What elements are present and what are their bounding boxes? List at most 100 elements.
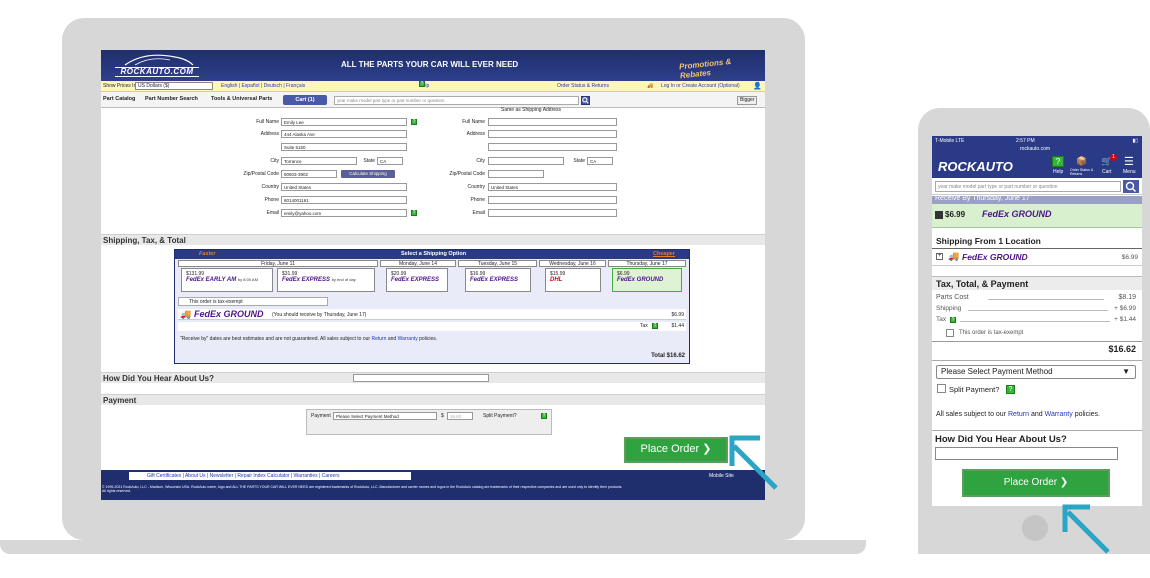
bigger-text-button[interactable]: Bigger (737, 96, 758, 105)
warranty-link[interactable]: Warranty (398, 336, 418, 342)
help-icon[interactable]: ? (411, 210, 417, 216)
mobile-hear-select[interactable] (935, 447, 1118, 460)
selected-shipping-option[interactable]: $6.99 FedEx GROUND (932, 204, 1142, 228)
ship-address1-field[interactable]: 444 Alaska Ave (281, 130, 407, 138)
order-status-link[interactable]: Order Status & Returns (557, 81, 609, 92)
tax-exempt-checkbox[interactable] (946, 329, 954, 337)
shipping-option[interactable]: $131.99 FedEx EARLY AM by 8:00 AM (181, 268, 273, 292)
shipping-section-header: Shipping, Tax, & Total (101, 234, 765, 245)
cheaper-label: Cheaper (653, 251, 676, 257)
tax-exempt-checkbox[interactable]: This order is tax-exempt (178, 297, 328, 306)
ship-email-field[interactable]: emily@yahoo.com (281, 209, 407, 217)
settings-bar: Show Prices In US Dollars ($) English | … (101, 81, 765, 92)
shipping-options-box: Faster Select a Shipping Option Cheaper … (174, 249, 690, 364)
menu-icon[interactable]: ☰ (1124, 155, 1134, 168)
select-shipping-title: Select a Shipping Option (401, 251, 467, 257)
payment-method-select[interactable]: Please Select Payment Method (333, 412, 437, 420)
footer-legal: © 1999-2021 RockAuto, LLC - Madison, Wis… (102, 485, 623, 489)
ship-state-select[interactable]: CA (377, 157, 403, 165)
shipping-option[interactable]: $31.99 FedEx EXPRESS by end of day (277, 268, 375, 292)
return-link[interactable]: Return (1008, 411, 1029, 418)
bill-state-select[interactable]: CA (587, 157, 613, 165)
bill-email-field[interactable] (488, 209, 617, 217)
bill-fullname-field[interactable] (488, 118, 617, 126)
ship-phone-field[interactable]: 8014001161 (281, 196, 407, 204)
home-button (1022, 515, 1048, 541)
cart-button[interactable]: Cart (1) (283, 95, 327, 105)
shipping-option-selected[interactable]: $6.99 FedEx GROUND (612, 268, 682, 292)
same-as-shipping[interactable]: Same as Shipping Address (501, 107, 561, 113)
leader-line (968, 310, 1108, 311)
return-link[interactable]: Return (371, 336, 386, 342)
help-icon[interactable]: ? (652, 323, 658, 329)
help-icon[interactable]: ? (1006, 385, 1015, 394)
expand-icon[interactable]: + (936, 253, 943, 260)
help-icon[interactable]: ? (541, 413, 547, 419)
split-payment-checkbox[interactable] (937, 384, 946, 393)
laptop-base (0, 540, 866, 554)
user-icon[interactable]: 👤 (753, 81, 762, 92)
ship-state-label: State (363, 158, 375, 164)
cart-label: Cart (1) (295, 97, 315, 103)
mobile-search-input[interactable]: year make model part type or part number… (935, 181, 1121, 192)
bill-email-label: Email (472, 210, 485, 216)
bill-country-label: Country (467, 184, 485, 190)
menu-label: Menu (1123, 169, 1136, 175)
mobile-logo[interactable]: ROCKAUTO (938, 159, 1013, 174)
shipping-option[interactable]: $15.99 DHL (545, 268, 601, 292)
ship-city-field[interactable]: Torrance (281, 157, 357, 165)
help-icon[interactable]: ? (411, 119, 417, 125)
truck-icon: 🚚 (647, 83, 654, 89)
tab-part-catalog[interactable]: Part Catalog (103, 96, 135, 102)
divider (932, 430, 1142, 431)
search-icon[interactable] (1123, 180, 1139, 193)
logo-text: ROCKAUTO.COM (115, 67, 199, 77)
tab-part-number-search[interactable]: Part Number Search (145, 96, 198, 102)
selected-shipping-row: 🚚 FedEx GROUND (You should receive by Th… (178, 309, 686, 320)
ship-address2-field[interactable]: Suite 5150 (281, 143, 407, 151)
calculate-shipping-button[interactable]: Calculate Shipping (341, 170, 395, 178)
bill-country-select[interactable]: United States (488, 183, 617, 191)
shipping-location-row[interactable]: + 🚚 FedEx GROUND $6.99 (932, 250, 1142, 266)
mobile-place-order-button[interactable]: Place Order ❯ (962, 469, 1110, 497)
mobile-payment-select[interactable]: Please Select Payment Method ▼ (936, 365, 1136, 379)
tab-tools-universal[interactable]: Tools & Universal Parts (211, 96, 272, 102)
box-icon[interactable]: 📦 (1076, 156, 1087, 167)
search-icon[interactable] (581, 96, 590, 105)
bill-zip-label: Zip/Postal Code (449, 171, 485, 177)
ship-fullname-field[interactable]: Emily Lee (281, 118, 407, 126)
help-label: Help (1053, 169, 1064, 175)
payment-amount-field[interactable]: 16.62 (447, 412, 473, 420)
split-payment-label[interactable]: Split Payment? (483, 413, 517, 419)
ship-zip-label: Zip/Postal Code (243, 171, 279, 177)
shipping-option[interactable]: $20.99 FedEx EXPRESS (386, 268, 448, 292)
footer-links[interactable]: Gift Certificates | About Us | Newslette… (129, 472, 411, 480)
language-links[interactable]: English | Español | Deutsch | Français (221, 81, 305, 92)
promotions-link[interactable]: Promotions & Rebates (678, 50, 764, 80)
truck-icon: 🚚 (948, 251, 960, 261)
bill-address1-field[interactable] (488, 130, 617, 138)
url-label: rockauto.com (1020, 146, 1051, 152)
bill-zip-field[interactable] (488, 170, 544, 178)
fedex-ground-logo-icon: FedEx GROUND (982, 209, 1052, 219)
ship-country-select[interactable]: United States (281, 183, 407, 191)
help-icon[interactable]: ? (1052, 156, 1064, 167)
login-link[interactable]: Log In or Create Account (Optional) (661, 81, 740, 92)
nav-bar: Part Catalog Part Number Search Tools & … (101, 92, 765, 108)
bill-address2-field[interactable] (488, 143, 617, 151)
carrier-label: T-Mobile LTE (935, 138, 965, 144)
cart-count-badge: 1 (1110, 154, 1117, 161)
currency-select[interactable]: US Dollars ($) (135, 81, 213, 90)
rockauto-logo[interactable]: ROCKAUTO.COM (115, 53, 199, 77)
site-slogan: ALL THE PARTS YOUR CAR WILL EVER NEED (341, 60, 519, 69)
ship-zip-field[interactable]: 90503-3902 (281, 170, 337, 178)
warranty-link[interactable]: Warranty (1045, 411, 1073, 418)
hear-about-select[interactable] (353, 374, 489, 382)
bill-phone-field[interactable] (488, 196, 617, 204)
shipping-option[interactable]: $16.99 FedEx EXPRESS (465, 268, 531, 292)
bill-city-field[interactable] (488, 157, 564, 165)
help-icon[interactable]: ? (950, 317, 956, 323)
search-input[interactable]: year make model part type or part number… (334, 96, 579, 105)
bill-city-label: City (476, 158, 485, 164)
place-order-button[interactable]: Place Order ❯ (624, 437, 728, 463)
